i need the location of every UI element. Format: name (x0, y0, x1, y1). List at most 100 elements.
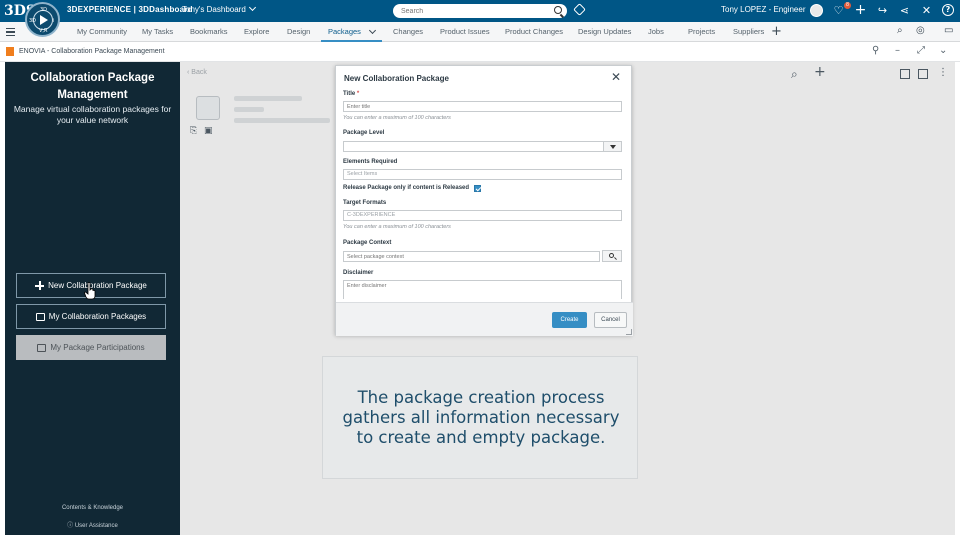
tab-my-tasks[interactable]: My Tasks (142, 27, 173, 36)
cancel-button[interactable]: Cancel (594, 312, 627, 328)
release-label: Release Package only if content is Relea… (343, 185, 470, 191)
tab-design-updates[interactable]: Design Updates (578, 27, 631, 36)
target-formats-input[interactable]: C-3DEXPERIENCE (343, 210, 622, 221)
minimize-icon[interactable]: – (895, 45, 900, 56)
contents-knowledge-link[interactable]: Contents & Knowledge (5, 505, 180, 511)
tab-jobs[interactable]: Jobs (648, 27, 664, 36)
avatar[interactable] (810, 4, 823, 17)
hand-cursor-icon (84, 282, 96, 300)
compass-button[interactable]: 3D 3D i V,R (25, 2, 60, 37)
package-small-icon[interactable]: ▣ (204, 126, 213, 136)
dialog-form: Title * You can enter a maximum of 100 c… (336, 88, 633, 299)
disclaimer-label: Disclaimer (343, 270, 374, 276)
tab-explore[interactable]: Explore (244, 27, 269, 36)
share-icon[interactable]: ↪ (876, 4, 889, 17)
dialog-title: New Collaboration Package (344, 74, 449, 83)
more-options-icon[interactable]: ⋮ (938, 67, 948, 78)
target-formats-hint: You can enter a maximum of 100 character… (343, 224, 451, 230)
add-tab-icon[interactable]: + (771, 24, 782, 39)
title-hint: You can enter a maximum of 100 character… (343, 115, 451, 121)
new-package-dialog: New Collaboration Package ✕ Title * You … (335, 65, 633, 336)
enovia-app-icon (6, 47, 14, 56)
my-package-participations-button[interactable]: My Package Participations (16, 335, 166, 360)
compass-label-top: 3D (40, 7, 48, 13)
target-formats-value: C-3DEXPERIENCE (347, 212, 396, 218)
participation-icon (37, 343, 47, 352)
view-mode-icon[interactable]: ◎ (916, 25, 925, 36)
my-collaboration-packages-button[interactable]: My Collaboration Packages (16, 304, 166, 329)
tab-projects[interactable]: Projects (688, 27, 715, 36)
send-icon[interactable]: ⋖ (898, 4, 911, 17)
dialog-footer: Create Cancel (336, 302, 633, 336)
tab-product-issues[interactable]: Product Issues (440, 27, 490, 36)
global-search[interactable] (393, 4, 567, 18)
package-context-label: Package Context (343, 240, 392, 246)
package-context-search-button[interactable] (602, 250, 622, 262)
add-icon[interactable]: + (854, 3, 867, 17)
package-level-select[interactable] (343, 141, 622, 152)
user-name[interactable]: Tony LOPEZ - Engineer (721, 5, 805, 14)
my-packages-label: My Collaboration Packages (48, 312, 147, 321)
help-icon[interactable]: ? (942, 4, 954, 16)
dashboard-name: Tony's Dashboard (182, 5, 246, 14)
required-mark: * (356, 91, 360, 97)
package-level-label: Package Level (343, 130, 385, 136)
tag-icon[interactable] (573, 3, 586, 16)
tutorial-caption: The package creation process gathers all… (322, 356, 638, 479)
dashboard-selector[interactable]: Tony's Dashboard (182, 3, 256, 14)
close-icon[interactable]: ✕ (611, 70, 621, 84)
widget-title: ENOVIA - Collaboration Package Managemen… (19, 48, 165, 55)
back-link[interactable]: ‹ Back (187, 69, 207, 76)
tab-packages[interactable]: Packages (328, 27, 361, 36)
play-icon (40, 15, 48, 25)
user-assistance-label: User Assistance (74, 523, 118, 529)
title-input[interactable] (343, 101, 622, 112)
package-card-title (234, 96, 302, 101)
brand-title: 3DEXPERIENCE | 3DDashboard (67, 5, 193, 14)
new-package-label: New Collaboration Package (48, 281, 147, 290)
title-label-text: Title (343, 91, 356, 97)
search-icon[interactable]: ⌕ (791, 67, 798, 82)
chat-icon[interactable]: ▭ (944, 25, 953, 36)
create-button[interactable]: Create (552, 312, 587, 328)
disclaimer-textarea[interactable] (343, 280, 622, 299)
resize-handle[interactable] (626, 329, 632, 335)
chevron-down-icon (248, 3, 256, 12)
elements-required-select[interactable]: Select Items (343, 169, 622, 180)
user-share-icon[interactable]: ⚲ (872, 45, 879, 56)
widget-menu-chevron-icon[interactable]: ⌄ (939, 45, 947, 56)
menu-icon[interactable] (6, 28, 15, 36)
search-tabs-icon[interactable]: ⌕ (897, 25, 903, 36)
add-icon[interactable]: + (814, 64, 826, 80)
tab-changes[interactable]: Changes (393, 27, 423, 36)
notification-badge: 8 (844, 2, 851, 9)
list-view-icon[interactable] (918, 69, 928, 79)
maximize-icon[interactable]: ⤢ (917, 45, 925, 56)
user-assistance-link[interactable]: ⓘ User Assistance (5, 520, 180, 529)
package-thumbnail[interactable] (196, 96, 220, 120)
package-context-input[interactable] (343, 251, 600, 262)
tab-design[interactable]: Design (287, 27, 310, 36)
tab-suppliers[interactable]: Suppliers (733, 27, 764, 36)
tab-product-changes[interactable]: Product Changes (505, 27, 563, 36)
panel-title-line-1: Collaboration Package (30, 72, 155, 84)
caption-line-3: to create and empty package. (356, 428, 606, 447)
panel-title: Collaboration Package Management (5, 70, 180, 104)
release-checkbox[interactable] (474, 185, 481, 192)
package-card-status (234, 107, 264, 112)
search-icon[interactable] (554, 6, 562, 14)
participations-label: My Package Participations (50, 343, 145, 352)
compass-label-right: i (53, 18, 55, 24)
search-input[interactable] (401, 6, 541, 16)
tab-bookmarks[interactable]: Bookmarks (190, 27, 228, 36)
compass-label-left: 3D (29, 18, 37, 24)
help-circle-icon: ⓘ (67, 523, 75, 529)
tools-icon[interactable]: ✕ (920, 4, 933, 17)
tab-packages-chevron-icon[interactable] (368, 26, 377, 35)
elements-required-label: Elements Required (343, 159, 398, 165)
open-icon[interactable]: ⎘ (190, 126, 197, 136)
caption-text: The package creation process gathers all… (327, 388, 635, 448)
dropdown-arrow-icon[interactable] (603, 142, 621, 151)
tab-my-community[interactable]: My Community (77, 27, 127, 36)
grid-view-icon[interactable] (900, 69, 910, 79)
